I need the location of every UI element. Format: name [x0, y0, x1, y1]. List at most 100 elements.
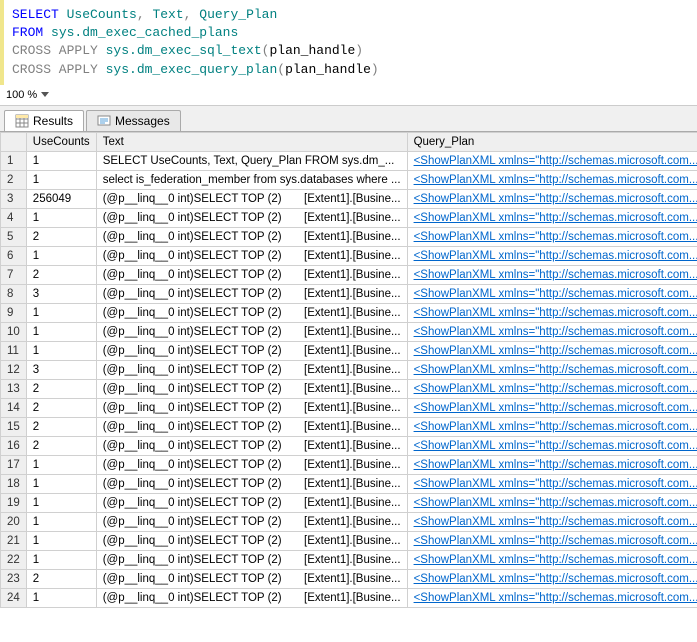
cell-text[interactable]: (@p__linq__0 int)SELECT TOP (2)[Extent1]… — [96, 303, 407, 322]
showplan-link[interactable]: <ShowPlanXML xmlns="http://schemas.micro… — [414, 459, 697, 471]
cell-text[interactable]: (@p__linq__0 int)SELECT TOP (2)[Extent1]… — [96, 227, 407, 246]
cell-usecounts[interactable]: 1 — [26, 246, 96, 265]
cell-usecounts[interactable]: 1 — [26, 151, 96, 170]
showplan-link[interactable]: <ShowPlanXML xmlns="http://schemas.micro… — [414, 326, 697, 338]
showplan-link[interactable]: <ShowPlanXML xmlns="http://schemas.micro… — [414, 383, 697, 395]
showplan-link[interactable]: <ShowPlanXML xmlns="http://schemas.micro… — [414, 288, 697, 300]
cell-text[interactable]: (@p__linq__0 int)SELECT TOP (2)[Extent1]… — [96, 569, 407, 588]
showplan-link[interactable]: <ShowPlanXML xmlns="http://schemas.micro… — [414, 269, 697, 281]
cell-usecounts[interactable]: 1 — [26, 170, 96, 189]
cell-text[interactable]: (@p__linq__0 int)SELECT TOP (2)[Extent1]… — [96, 512, 407, 531]
cell-text[interactable]: (@p__linq__0 int)SELECT TOP (2)[Extent1]… — [96, 246, 407, 265]
cell-text[interactable]: (@p__linq__0 int)SELECT TOP (2)[Extent1]… — [96, 322, 407, 341]
tab-results[interactable]: Results — [4, 110, 84, 131]
table-row[interactable]: 142(@p__linq__0 int)SELECT TOP (2)[Exten… — [1, 398, 697, 417]
cell-text[interactable]: (@p__linq__0 int)SELECT TOP (2)[Extent1]… — [96, 341, 407, 360]
showplan-link[interactable]: <ShowPlanXML xmlns="http://schemas.micro… — [414, 592, 697, 604]
cell-queryplan[interactable]: <ShowPlanXML xmlns="http://schemas.micro… — [407, 189, 697, 208]
cell-queryplan[interactable]: <ShowPlanXML xmlns="http://schemas.micro… — [407, 588, 697, 607]
table-row[interactable]: 171(@p__linq__0 int)SELECT TOP (2)[Exten… — [1, 455, 697, 474]
table-row[interactable]: 41(@p__linq__0 int)SELECT TOP (2)[Extent… — [1, 208, 697, 227]
showplan-link[interactable]: <ShowPlanXML xmlns="http://schemas.micro… — [414, 497, 697, 509]
cell-text[interactable]: (@p__linq__0 int)SELECT TOP (2)[Extent1]… — [96, 436, 407, 455]
table-row[interactable]: 123(@p__linq__0 int)SELECT TOP (2)[Exten… — [1, 360, 697, 379]
cell-text[interactable]: (@p__linq__0 int)SELECT TOP (2)[Extent1]… — [96, 455, 407, 474]
cell-text[interactable]: (@p__linq__0 int)SELECT TOP (2)[Extent1]… — [96, 531, 407, 550]
cell-queryplan[interactable]: <ShowPlanXML xmlns="http://schemas.micro… — [407, 360, 697, 379]
showplan-link[interactable]: <ShowPlanXML xmlns="http://schemas.micro… — [414, 155, 697, 167]
cell-queryplan[interactable]: <ShowPlanXML xmlns="http://schemas.micro… — [407, 322, 697, 341]
showplan-link[interactable]: <ShowPlanXML xmlns="http://schemas.micro… — [414, 307, 697, 319]
table-row[interactable]: 52(@p__linq__0 int)SELECT TOP (2)[Extent… — [1, 227, 697, 246]
cell-queryplan[interactable]: <ShowPlanXML xmlns="http://schemas.micro… — [407, 170, 697, 189]
cell-queryplan[interactable]: <ShowPlanXML xmlns="http://schemas.micro… — [407, 550, 697, 569]
cell-queryplan[interactable]: <ShowPlanXML xmlns="http://schemas.micro… — [407, 227, 697, 246]
cell-queryplan[interactable]: <ShowPlanXML xmlns="http://schemas.micro… — [407, 303, 697, 322]
cell-queryplan[interactable]: <ShowPlanXML xmlns="http://schemas.micro… — [407, 493, 697, 512]
sql-editor[interactable]: SELECT UseCounts, Text, Query_PlanFROM s… — [0, 0, 697, 85]
cell-queryplan[interactable]: <ShowPlanXML xmlns="http://schemas.micro… — [407, 474, 697, 493]
cell-queryplan[interactable]: <ShowPlanXML xmlns="http://schemas.micro… — [407, 417, 697, 436]
cell-text[interactable]: (@p__linq__0 int)SELECT TOP (2)[Extent1]… — [96, 208, 407, 227]
cell-queryplan[interactable]: <ShowPlanXML xmlns="http://schemas.micro… — [407, 379, 697, 398]
cell-usecounts[interactable]: 1 — [26, 322, 96, 341]
table-row[interactable]: 201(@p__linq__0 int)SELECT TOP (2)[Exten… — [1, 512, 697, 531]
col-queryplan[interactable]: Query_Plan — [407, 132, 697, 151]
showplan-link[interactable]: <ShowPlanXML xmlns="http://schemas.micro… — [414, 174, 697, 186]
showplan-link[interactable]: <ShowPlanXML xmlns="http://schemas.micro… — [414, 231, 697, 243]
cell-queryplan[interactable]: <ShowPlanXML xmlns="http://schemas.micro… — [407, 436, 697, 455]
col-usecounts[interactable]: UseCounts — [26, 132, 96, 151]
cell-text[interactable]: (@p__linq__0 int)SELECT TOP (2)[Extent1]… — [96, 474, 407, 493]
cell-usecounts[interactable]: 2 — [26, 379, 96, 398]
cell-queryplan[interactable]: <ShowPlanXML xmlns="http://schemas.micro… — [407, 284, 697, 303]
cell-usecounts[interactable]: 1 — [26, 303, 96, 322]
cell-text[interactable]: (@p__linq__0 int)SELECT TOP (2)[Extent1]… — [96, 588, 407, 607]
cell-text[interactable]: (@p__linq__0 int)SELECT TOP (2)[Extent1]… — [96, 493, 407, 512]
cell-queryplan[interactable]: <ShowPlanXML xmlns="http://schemas.micro… — [407, 569, 697, 588]
table-row[interactable]: 132(@p__linq__0 int)SELECT TOP (2)[Exten… — [1, 379, 697, 398]
showplan-link[interactable]: <ShowPlanXML xmlns="http://schemas.micro… — [414, 250, 697, 262]
table-row[interactable]: 21select is_federation_member from sys.d… — [1, 170, 697, 189]
col-rownum[interactable] — [1, 132, 27, 151]
cell-text[interactable]: (@p__linq__0 int)SELECT TOP (2)[Extent1]… — [96, 398, 407, 417]
cell-text[interactable]: (@p__linq__0 int)SELECT TOP (2)[Extent1]… — [96, 550, 407, 569]
cell-usecounts[interactable]: 1 — [26, 474, 96, 493]
cell-usecounts[interactable]: 1 — [26, 531, 96, 550]
zoom-value[interactable]: 100 % — [6, 89, 37, 101]
cell-usecounts[interactable]: 1 — [26, 512, 96, 531]
showplan-link[interactable]: <ShowPlanXML xmlns="http://schemas.micro… — [414, 535, 697, 547]
table-row[interactable]: 11SELECT UseCounts, Text, Query_Plan FRO… — [1, 151, 697, 170]
table-row[interactable]: 152(@p__linq__0 int)SELECT TOP (2)[Exten… — [1, 417, 697, 436]
cell-queryplan[interactable]: <ShowPlanXML xmlns="http://schemas.micro… — [407, 265, 697, 284]
table-row[interactable]: 101(@p__linq__0 int)SELECT TOP (2)[Exten… — [1, 322, 697, 341]
cell-queryplan[interactable]: <ShowPlanXML xmlns="http://schemas.micro… — [407, 455, 697, 474]
cell-usecounts[interactable]: 2 — [26, 398, 96, 417]
showplan-link[interactable]: <ShowPlanXML xmlns="http://schemas.micro… — [414, 212, 697, 224]
table-row[interactable]: 211(@p__linq__0 int)SELECT TOP (2)[Exten… — [1, 531, 697, 550]
cell-usecounts[interactable]: 2 — [26, 569, 96, 588]
cell-usecounts[interactable]: 2 — [26, 436, 96, 455]
cell-queryplan[interactable]: <ShowPlanXML xmlns="http://schemas.micro… — [407, 512, 697, 531]
cell-usecounts[interactable]: 1 — [26, 588, 96, 607]
cell-usecounts[interactable]: 3 — [26, 360, 96, 379]
cell-usecounts[interactable]: 2 — [26, 417, 96, 436]
col-text[interactable]: Text — [96, 132, 407, 151]
showplan-link[interactable]: <ShowPlanXML xmlns="http://schemas.micro… — [414, 193, 697, 205]
cell-text[interactable]: (@p__linq__0 int)SELECT TOP (2)[Extent1]… — [96, 265, 407, 284]
showplan-link[interactable]: <ShowPlanXML xmlns="http://schemas.micro… — [414, 478, 697, 490]
showplan-link[interactable]: <ShowPlanXML xmlns="http://schemas.micro… — [414, 516, 697, 528]
cell-text[interactable]: (@p__linq__0 int)SELECT TOP (2)[Extent1]… — [96, 360, 407, 379]
table-row[interactable]: 61(@p__linq__0 int)SELECT TOP (2)[Extent… — [1, 246, 697, 265]
showplan-link[interactable]: <ShowPlanXML xmlns="http://schemas.micro… — [414, 440, 697, 452]
cell-usecounts[interactable]: 256049 — [26, 189, 96, 208]
table-row[interactable]: 3256049(@p__linq__0 int)SELECT TOP (2)[E… — [1, 189, 697, 208]
table-row[interactable]: 91(@p__linq__0 int)SELECT TOP (2)[Extent… — [1, 303, 697, 322]
cell-queryplan[interactable]: <ShowPlanXML xmlns="http://schemas.micro… — [407, 208, 697, 227]
cell-usecounts[interactable]: 1 — [26, 208, 96, 227]
cell-usecounts[interactable]: 2 — [26, 227, 96, 246]
table-row[interactable]: 83(@p__linq__0 int)SELECT TOP (2)[Extent… — [1, 284, 697, 303]
table-row[interactable]: 181(@p__linq__0 int)SELECT TOP (2)[Exten… — [1, 474, 697, 493]
cell-usecounts[interactable]: 1 — [26, 493, 96, 512]
showplan-link[interactable]: <ShowPlanXML xmlns="http://schemas.micro… — [414, 345, 697, 357]
showplan-link[interactable]: <ShowPlanXML xmlns="http://schemas.micro… — [414, 421, 697, 433]
